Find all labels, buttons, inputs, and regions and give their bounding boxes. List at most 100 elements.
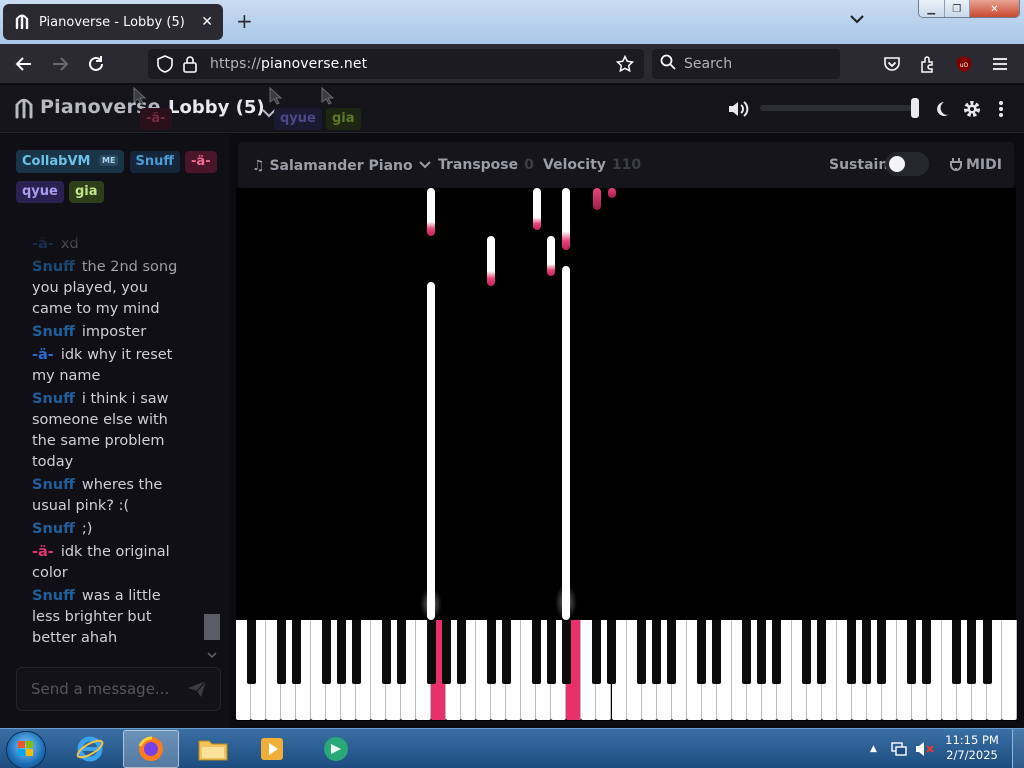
- browser-tab[interactable]: Pianoverse - Lobby (5) ✕: [3, 4, 223, 40]
- black-key[interactable]: [772, 620, 782, 684]
- black-key[interactable]: [922, 620, 932, 684]
- lock-icon[interactable]: [182, 55, 198, 77]
- user-chip-qyue[interactable]: qyue: [16, 181, 64, 203]
- black-key[interactable]: [877, 620, 887, 684]
- black-key[interactable]: [456, 620, 466, 684]
- instrument-label: Salamander Piano: [269, 158, 413, 174]
- dark-mode-moon-icon[interactable]: [935, 100, 951, 122]
- close-window-button[interactable]: ✕: [970, 0, 1019, 17]
- forward-icon[interactable]: [48, 52, 72, 76]
- black-key[interactable]: [246, 620, 256, 684]
- internet-explorer-icon[interactable]: [62, 730, 118, 768]
- show-desktop-button[interactable]: [1012, 729, 1024, 768]
- volume-muted-icon[interactable]: [915, 741, 935, 761]
- chat-nick[interactable]: Snuff: [32, 521, 75, 537]
- black-key[interactable]: [607, 620, 616, 684]
- black-key[interactable]: [817, 620, 827, 684]
- user-chip-a[interactable]: -ä-: [185, 151, 217, 173]
- media-player-icon[interactable]: [244, 730, 300, 768]
- black-key[interactable]: [336, 620, 346, 684]
- black-key[interactable]: [967, 620, 977, 684]
- black-key[interactable]: [531, 620, 541, 684]
- black-key[interactable]: [862, 620, 872, 684]
- black-key[interactable]: [546, 620, 556, 684]
- chat-nick[interactable]: Snuff: [32, 324, 75, 340]
- messenger-icon[interactable]: [308, 730, 364, 768]
- search-bar[interactable]: Search: [652, 49, 840, 79]
- hamburger-menu-icon[interactable]: [988, 52, 1012, 76]
- user-chip-collabvm[interactable]: CollabVM ME: [16, 150, 125, 173]
- chat-nick[interactable]: -ä-: [32, 544, 54, 560]
- new-tab-button[interactable]: +: [236, 10, 253, 32]
- black-key[interactable]: [802, 620, 812, 684]
- black-key[interactable]: [757, 620, 767, 684]
- pocket-icon[interactable]: [880, 52, 904, 76]
- black-key[interactable]: [667, 620, 677, 684]
- search-placeholder: Search: [684, 56, 733, 72]
- shield-icon[interactable]: [156, 55, 174, 77]
- black-key[interactable]: [637, 620, 647, 684]
- settings-gear-icon[interactable]: [962, 99, 982, 123]
- chat-nick[interactable]: Snuff: [32, 477, 75, 493]
- user-chip-snuff[interactable]: Snuff: [129, 151, 180, 173]
- close-tab-icon[interactable]: ✕: [201, 14, 213, 30]
- chat-nick[interactable]: Snuff: [32, 391, 75, 407]
- extensions-icon[interactable]: [916, 52, 940, 76]
- list-all-tabs-icon[interactable]: [850, 12, 864, 28]
- black-key[interactable]: [907, 620, 917, 684]
- chat-nick[interactable]: -ä-: [32, 347, 54, 363]
- black-key[interactable]: [501, 620, 511, 684]
- minimize-button[interactable]: ▁: [919, 0, 945, 17]
- send-icon[interactable]: [187, 680, 207, 702]
- chat-nick[interactable]: Snuff: [32, 588, 75, 604]
- black-key[interactable]: [591, 620, 601, 684]
- network-icon[interactable]: [890, 741, 908, 761]
- piano-keyboard[interactable]: [236, 620, 1018, 721]
- black-key[interactable]: [351, 620, 361, 684]
- chat-log[interactable]: -ä-xdSnuffthe 2nd song you played, you c…: [32, 234, 192, 651]
- black-key[interactable]: [952, 620, 962, 684]
- system-clock[interactable]: 11:15 PM 2/7/2025: [940, 733, 1004, 763]
- volume-slider[interactable]: [760, 105, 916, 111]
- url-bar[interactable]: https://pianoverse.net: [148, 49, 644, 79]
- white-key[interactable]: [1002, 620, 1018, 720]
- maximize-button[interactable]: ❐: [944, 0, 970, 17]
- back-icon[interactable]: [12, 52, 36, 76]
- black-key[interactable]: [441, 620, 451, 684]
- chat-scrollbar-thumb[interactable]: [204, 614, 220, 640]
- black-key[interactable]: [396, 620, 406, 684]
- file-explorer-icon[interactable]: [185, 730, 241, 768]
- midi-button[interactable]: MIDI: [950, 157, 1002, 175]
- black-key[interactable]: [742, 620, 752, 684]
- black-key[interactable]: [847, 620, 857, 684]
- black-key[interactable]: [697, 620, 707, 684]
- show-hidden-icons-icon[interactable]: ▲: [870, 744, 877, 754]
- black-key[interactable]: [712, 620, 722, 684]
- velocity-control[interactable]: Velocity 110: [543, 157, 641, 173]
- black-key[interactable]: [381, 620, 391, 684]
- black-key[interactable]: [652, 620, 662, 684]
- black-key[interactable]: [486, 620, 496, 684]
- bookmark-star-icon[interactable]: [615, 54, 635, 77]
- reload-icon[interactable]: [84, 52, 108, 76]
- black-key[interactable]: [561, 620, 571, 684]
- message-input[interactable]: [31, 680, 181, 698]
- note-sparkle: [555, 584, 577, 620]
- volume-speaker-icon[interactable]: [727, 99, 749, 123]
- ublock-origin-icon[interactable]: uO: [952, 52, 976, 76]
- black-key[interactable]: [291, 620, 301, 684]
- instrument-select[interactable]: ♫ Salamander Piano: [252, 157, 432, 174]
- black-key[interactable]: [982, 620, 992, 684]
- firefox-icon[interactable]: [123, 730, 179, 768]
- scroll-down-chevron-icon[interactable]: [207, 645, 217, 664]
- transpose-control[interactable]: Transpose 0: [438, 157, 534, 173]
- user-chip-gia[interactable]: gia: [68, 181, 104, 203]
- volume-slider-handle[interactable]: [911, 98, 919, 118]
- black-key[interactable]: [426, 620, 436, 684]
- sustain-toggle[interactable]: [885, 152, 929, 176]
- black-key[interactable]: [321, 620, 331, 684]
- more-options-icon[interactable]: [998, 99, 1004, 123]
- room-title[interactable]: Lobby (5): [168, 97, 265, 118]
- black-key[interactable]: [276, 620, 286, 684]
- start-button[interactable]: [6, 731, 46, 768]
